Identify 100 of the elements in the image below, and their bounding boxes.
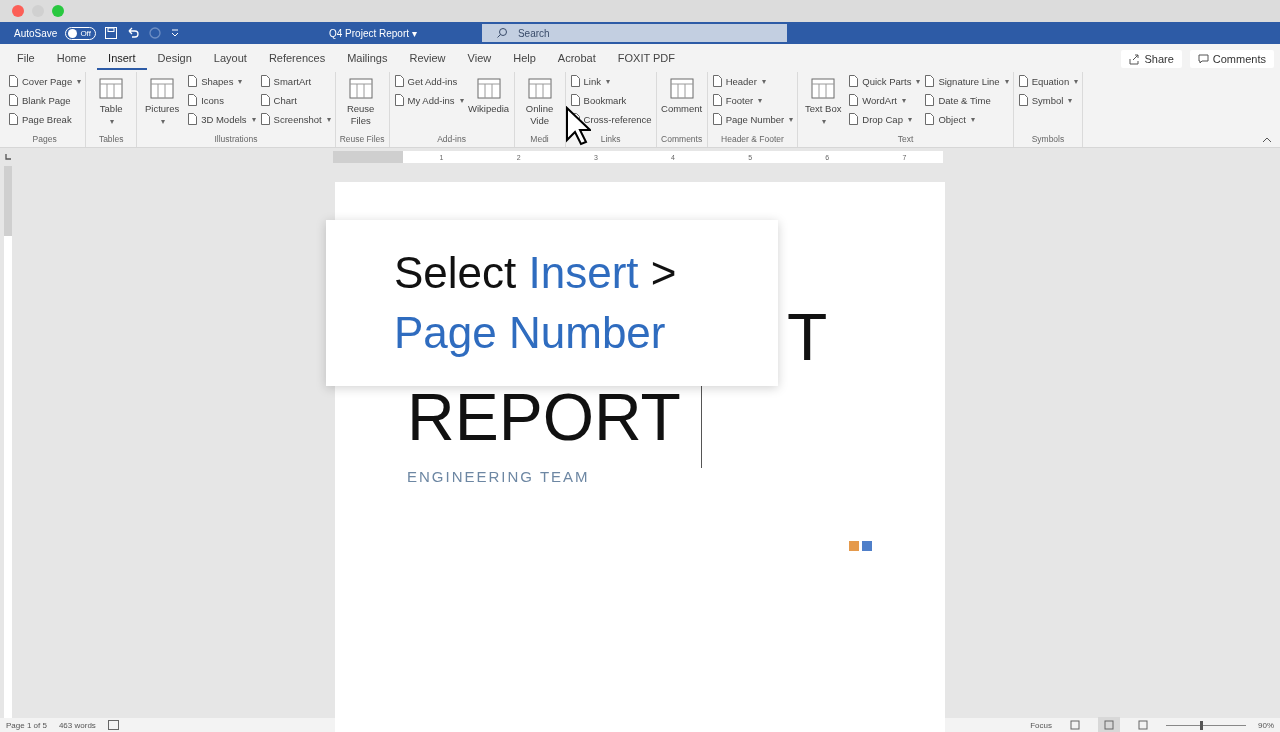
ribbon-button[interactable]: Blank Page [8, 91, 82, 109]
ribbon-tab[interactable]: View [456, 48, 503, 70]
ribbon-button[interactable]: Page Number ▾ [711, 110, 794, 128]
page-icon [259, 113, 271, 125]
page-view-icon [1070, 719, 1080, 730]
group-label: Links [599, 134, 622, 146]
zoom-level[interactable]: 90% [1258, 720, 1274, 730]
ribbon-button[interactable]: Screenshot ▾ [259, 110, 331, 128]
view-button[interactable] [1098, 716, 1120, 732]
share-button[interactable]: Share [1121, 50, 1182, 68]
ribbon-button[interactable]: Symbol ▾ [1017, 91, 1079, 109]
grid-icon [810, 76, 837, 102]
grid-icon [98, 76, 125, 102]
ribbon-button[interactable]: Page Break [8, 110, 82, 128]
ribbon-tab[interactable]: Review [398, 48, 457, 70]
customize-icon[interactable] [169, 28, 180, 38]
grid-icon [668, 76, 695, 102]
focus-button[interactable]: Focus [1030, 720, 1052, 730]
page-icon [187, 113, 199, 125]
page-icon [1017, 94, 1029, 106]
speech-bubble-icon [1197, 53, 1209, 65]
page-icon [711, 75, 723, 87]
ribbon-large-button[interactable]: Wikipedia [467, 72, 510, 115]
group-label: Tables [97, 134, 125, 146]
ribbon-button[interactable]: Link ▾ [569, 72, 652, 90]
ribbon-button[interactable]: Bookmark [569, 91, 652, 109]
ribbon-tab[interactable]: References [257, 48, 337, 70]
page-icon [848, 75, 860, 87]
page-count[interactable]: Page 1 of 5 [6, 720, 47, 730]
ribbon-button[interactable]: Shapes ▾ [187, 72, 256, 90]
group-label: Comments [660, 134, 703, 146]
ribbon-button[interactable]: Signature Line ▾ [924, 72, 1009, 90]
ribbon-tab[interactable]: Mailings [336, 48, 399, 70]
subtitle-text: ENGINEERING TEAM [406, 468, 590, 485]
collapse-ribbon-icon[interactable] [1262, 137, 1272, 143]
ribbon-button[interactable]: Footer ▾ [711, 91, 794, 109]
grid-icon [149, 76, 176, 102]
ribbon-tab[interactable]: File [6, 48, 46, 70]
ribbon-button[interactable]: Date & Time [924, 91, 1009, 109]
ribbon-button[interactable]: Drop Cap ▾ [848, 110, 921, 128]
page-icon [848, 113, 860, 125]
title-text: REPORT [407, 379, 681, 456]
page-icon [393, 94, 405, 106]
ribbon-button[interactable]: Quick Parts ▾ [848, 72, 921, 90]
grid-icon [347, 76, 374, 102]
page-icon [924, 113, 936, 125]
search-icon [495, 27, 508, 39]
page-icon [711, 94, 723, 106]
page-icon [187, 94, 199, 106]
ribbon-button[interactable]: Icons [187, 91, 256, 109]
ribbon-button[interactable]: Header ▾ [711, 72, 794, 90]
ribbon-button[interactable]: Chart [259, 91, 331, 109]
comments-button[interactable]: Comments [1189, 50, 1274, 68]
instruction-text: Select Insert > Page Number [394, 247, 677, 359]
search-field[interactable]: Search [481, 24, 787, 42]
proofing-icon[interactable] [107, 720, 119, 730]
ribbon-large-button[interactable]: Table ▾ [90, 72, 133, 128]
autosave-label: AutoSave [14, 27, 58, 39]
page-icon [393, 75, 405, 87]
ribbon-button[interactable]: 3D Models ▾ [187, 110, 256, 128]
ribbon-large-button[interactable]: Comment [660, 72, 703, 115]
save-icon[interactable] [103, 26, 118, 40]
grid-icon [526, 76, 553, 102]
group-label: Symbols [1030, 134, 1066, 146]
ribbon-large-button[interactable]: Pictures ▾ [141, 72, 184, 128]
group-label: Header & Footer [720, 134, 785, 146]
page-view-icon [1138, 719, 1148, 730]
ribbon-tab[interactable]: FOXIT PDF [606, 48, 687, 70]
close-button[interactable] [12, 5, 24, 17]
ribbon-button[interactable]: Get Add-ins [393, 72, 464, 90]
document-title[interactable]: Q4 Project Report ▾ [287, 27, 458, 39]
tab-stop-icon[interactable] [4, 153, 12, 161]
word-count[interactable]: 463 words [58, 720, 96, 730]
page-icon [924, 94, 936, 106]
ribbon-large-button[interactable]: Reuse Files [339, 72, 382, 127]
page-icon [8, 75, 19, 87]
page-icon [259, 94, 271, 106]
ribbon-large-button[interactable]: Text Box ▾ [802, 72, 845, 128]
page-icon [8, 113, 19, 125]
group-label: Add-ins [436, 134, 467, 146]
ribbon-tab[interactable]: Layout [202, 48, 258, 70]
title-text: T [787, 300, 828, 374]
redo-icon[interactable] [147, 26, 162, 40]
ribbon-button[interactable]: Object ▾ [924, 110, 1009, 128]
ribbon-button[interactable]: Equation ▾ [1017, 72, 1079, 90]
ribbon-button[interactable]: WordArt ▾ [848, 91, 921, 109]
ribbon-large-button[interactable]: Online Vide [518, 72, 561, 127]
grid-icon [475, 76, 502, 102]
page-icon [569, 75, 581, 87]
group-label: Pages [31, 134, 58, 146]
group-label: Reuse Files [339, 134, 385, 146]
group-label: Illustrations [213, 134, 259, 146]
page-icon [1017, 75, 1029, 87]
ribbon-button[interactable]: SmartArt [259, 72, 331, 90]
ribbon-button[interactable]: My Add-ins ▾ [393, 91, 464, 109]
ribbon-tab[interactable]: Design [146, 48, 203, 70]
ribbon-tab[interactable]: Acrobat [546, 48, 607, 70]
ribbon-tab[interactable]: Help [502, 48, 547, 70]
ribbon-button[interactable]: Cover Page ▾ [8, 72, 82, 90]
ribbon-tab[interactable]: Home [45, 48, 98, 70]
